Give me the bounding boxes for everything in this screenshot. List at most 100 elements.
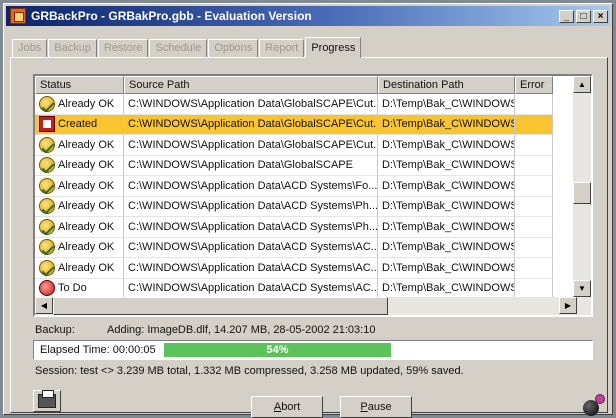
cell-source-path: C:\WINDOWS\Application Data\GlobalSCAPE\…	[124, 135, 378, 156]
table-row[interactable]: Already OK C:\WINDOWS\Application Data\AC…	[35, 237, 591, 258]
tab-backup[interactable]: Backup	[48, 39, 97, 57]
cell-source-path: C:\WINDOWS\Application Data\ACD Systems\…	[124, 196, 378, 217]
app-window: GRBackPro - GRBakPro.gbb - Evaluation Ve…	[3, 3, 613, 418]
table-row[interactable]: Already OK C:\WINDOWS\Application Data\AC…	[35, 176, 591, 197]
scroll-left-icon[interactable]: ◀	[35, 297, 53, 314]
cell-destination-path: D:\Temp\Bak_C\WINDOWS\App...	[378, 237, 515, 258]
cell-error	[515, 258, 553, 279]
status-text: Already OK	[58, 200, 115, 213]
tab-schedule[interactable]: Schedule	[149, 39, 208, 57]
vertical-scrollbar[interactable]: ▲ ▼	[573, 76, 591, 315]
minimize-button[interactable]: _	[559, 9, 574, 23]
tab-restore[interactable]: Restore	[97, 39, 149, 57]
cell-error	[515, 114, 553, 135]
cell-error	[515, 278, 553, 299]
cell-error	[515, 217, 553, 238]
backup-status-text: Adding: ImageDB.dlf, 14.207 MB, 28-05-20…	[107, 324, 376, 336]
cell-destination-path: D:\Temp\Bak_C\WINDOWS\App...	[378, 135, 515, 156]
header-status[interactable]: Status	[35, 76, 124, 94]
cell-destination-path: D:\Temp\Bak_C\WINDOWS\App...	[378, 114, 515, 135]
cell-source-path: C:\WINDOWS\Application Data\ACD Systems\…	[124, 176, 378, 197]
header-source-path[interactable]: Source Path	[124, 76, 378, 94]
cell-destination-path: D:\Temp\Bak_C\WINDOWS\App...	[378, 196, 515, 217]
tab-jobs[interactable]: Jobs	[12, 39, 48, 57]
cell-source-path: C:\WINDOWS\Application Data\GlobalSCAPE\…	[124, 114, 378, 135]
header-destination-path[interactable]: Destination Path	[378, 76, 515, 94]
table-row[interactable]: Already OK C:\WINDOWS\Application Data\AC…	[35, 196, 591, 217]
scroll-right-icon[interactable]: ▶	[559, 297, 577, 314]
abort-button-label: Abort	[273, 401, 301, 413]
table-row[interactable]: Already OK C:\WINDOWS\Application Data\AC…	[35, 217, 591, 238]
ok-icon	[39, 177, 55, 194]
cell-source-path: C:\WINDOWS\Application Data\ACD Systems\…	[124, 237, 378, 258]
cell-error	[515, 94, 553, 115]
ok-icon	[39, 218, 55, 235]
horizontal-scroll-thumb[interactable]	[53, 297, 388, 315]
progress-bar: 54%	[164, 343, 584, 357]
cell-destination-path: D:\Temp\Bak_C\WINDOWS\App...	[378, 258, 515, 279]
scroll-up-icon[interactable]: ▲	[573, 76, 591, 93]
tab-progress[interactable]: Progress	[305, 37, 362, 58]
print-button[interactable]	[33, 390, 61, 412]
close-button[interactable]: ×	[593, 9, 608, 23]
tab-report[interactable]: Report	[259, 39, 305, 57]
printer-icon	[38, 390, 56, 408]
title-bar[interactable]: GRBackPro - GRBakPro.gbb - Evaluation Ve…	[6, 6, 610, 26]
elapsed-time-box: Elapsed Time: 00:00:05 54%	[33, 340, 593, 360]
backup-label: Backup:	[35, 324, 75, 336]
abort-button[interactable]: Abort	[251, 396, 323, 418]
ok-icon	[39, 136, 55, 153]
cell-status: Already OK	[35, 196, 124, 217]
status-text: Already OK	[58, 138, 115, 151]
cell-status: Already OK	[35, 94, 124, 115]
pause-button[interactable]: Pause	[340, 396, 412, 418]
cell-status: Already OK	[35, 258, 124, 279]
cell-source-path: C:\WINDOWS\Application Data\ACD Systems\…	[124, 217, 378, 238]
cell-error	[515, 237, 553, 258]
status-text: Already OK	[58, 159, 115, 172]
cell-destination-path: D:\Temp\Bak_C\WINDOWS\App...	[378, 94, 515, 115]
grid-rows: Already OK C:\WINDOWS\Application Data\Gl…	[35, 94, 591, 299]
status-text: Already OK	[58, 220, 115, 233]
cell-error	[515, 155, 553, 176]
cell-destination-path: D:\Temp\Bak_C\WINDOWS\App...	[378, 278, 515, 299]
table-row[interactable]: Already OK C:\WINDOWS\Application Data\Gl…	[35, 135, 591, 156]
tab-strip: Jobs Backup Restore Schedule Options Rep…	[12, 37, 362, 58]
status-text: Already OK	[58, 241, 115, 254]
ok-icon	[39, 259, 55, 276]
status-text: Already OK	[58, 97, 115, 110]
ok-icon	[39, 95, 55, 112]
ok-icon	[39, 157, 55, 174]
created-icon	[39, 116, 55, 133]
cell-status: Created	[35, 114, 124, 135]
window-title: GRBackPro - GRBakPro.gbb - Evaluation Ve…	[31, 9, 312, 23]
cell-source-path: C:\WINDOWS\Application Data\ACD Systems\…	[124, 258, 378, 279]
header-error[interactable]: Error	[515, 76, 553, 94]
file-grid[interactable]: Status Source Path Destination Path Erro…	[33, 74, 593, 317]
cell-status: Already OK	[35, 155, 124, 176]
status-text: Already OK	[58, 179, 115, 192]
cell-error	[515, 135, 553, 156]
disc-icon	[583, 394, 605, 416]
cell-status: Already OK	[35, 217, 124, 238]
table-row[interactable]: Already OK C:\WINDOWS\Application Data\Gl…	[35, 155, 591, 176]
table-row[interactable]: Already OK C:\WINDOWS\Application Data\AC…	[35, 258, 591, 279]
app-icon	[10, 8, 26, 24]
maximize-button[interactable]: □	[576, 9, 591, 23]
cell-status: Already OK	[35, 176, 124, 197]
table-row[interactable]: To Do C:\WINDOWS\Application Data\ACD Sys…	[35, 278, 591, 299]
ok-icon	[39, 239, 55, 256]
session-summary: Session: test <> 3.239 MB total, 1.332 M…	[35, 365, 464, 377]
tab-options[interactable]: Options	[208, 39, 259, 57]
vertical-scroll-thumb[interactable]	[573, 182, 591, 204]
todo-icon	[39, 280, 55, 297]
cell-source-path: C:\WINDOWS\Application Data\ACD Systems\…	[124, 278, 378, 299]
cell-status: To Do	[35, 278, 124, 299]
horizontal-scrollbar[interactable]: ◀ ▶	[35, 297, 577, 315]
status-text: Created	[58, 118, 98, 131]
table-row[interactable]: Already OK C:\WINDOWS\Application Data\Gl…	[35, 94, 591, 115]
scroll-down-icon[interactable]: ▼	[573, 280, 591, 297]
grid-header: Status Source Path Destination Path Erro…	[35, 76, 591, 94]
ok-icon	[39, 198, 55, 215]
table-row[interactable]: Created C:\WINDOWS\Application Data\Globa…	[35, 114, 591, 135]
